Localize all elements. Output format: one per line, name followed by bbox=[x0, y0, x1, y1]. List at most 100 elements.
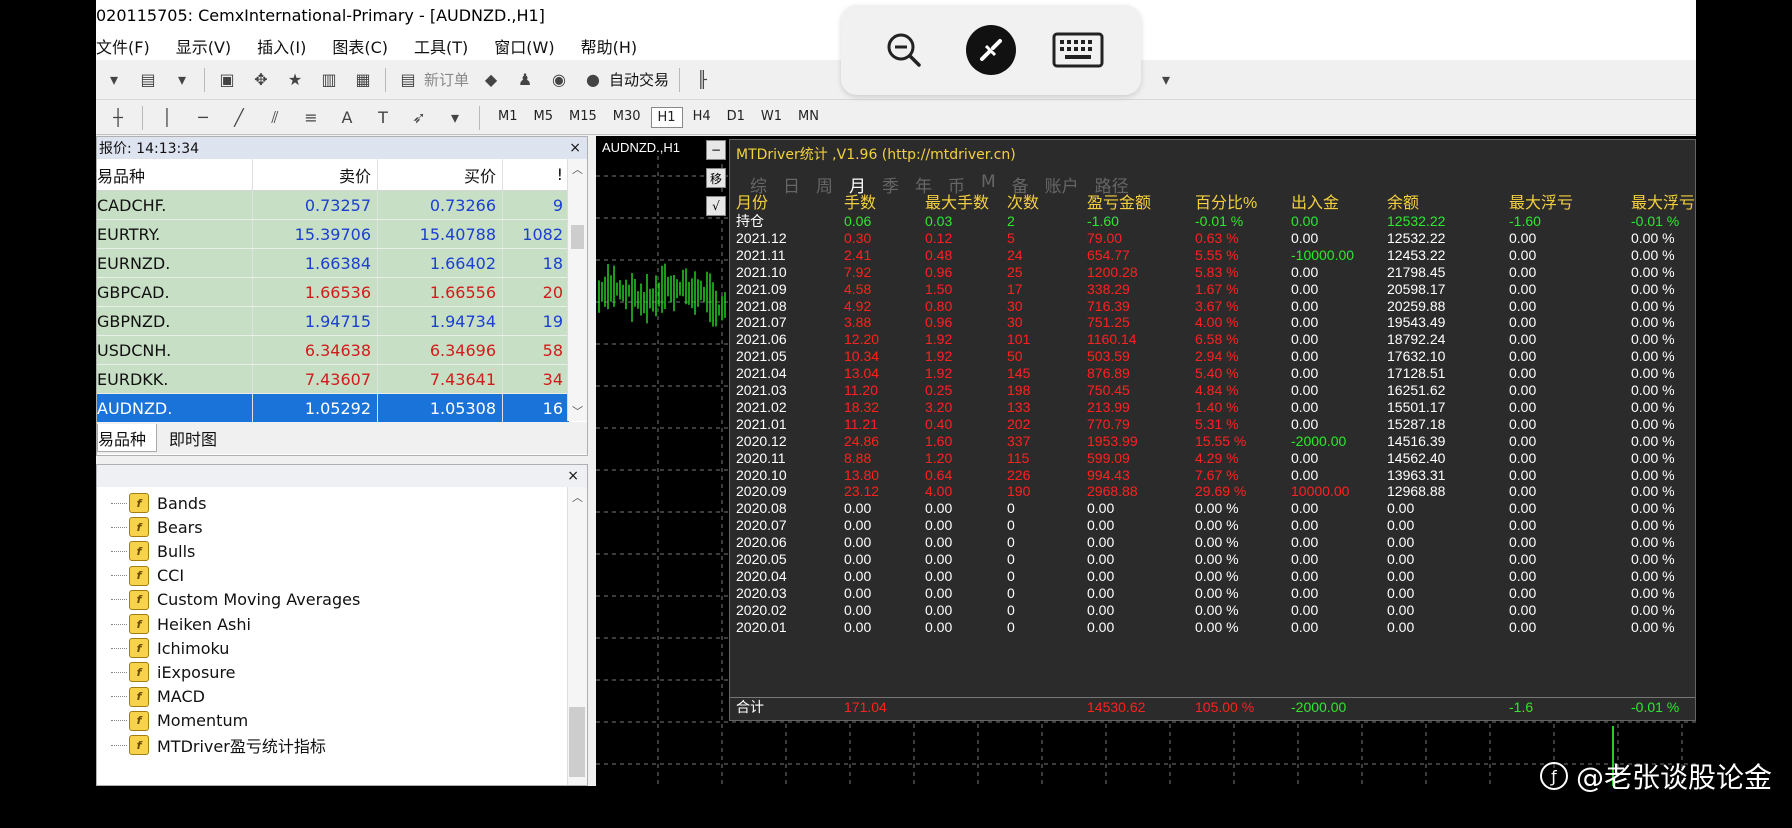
table-row[interactable]: EURNZD. 1.66384 1.66402 18 bbox=[97, 249, 569, 278]
indicator-icon: f bbox=[129, 710, 149, 731]
scrollbar[interactable]: ︿ ﹀ bbox=[567, 159, 587, 421]
arrows-icon[interactable]: ➶ bbox=[407, 106, 431, 130]
table-row[interactable]: GBPNZD. 1.94715 1.94734 19 bbox=[97, 307, 569, 336]
close-icon[interactable]: × bbox=[569, 140, 581, 156]
indicator-item[interactable]: f Bands bbox=[111, 491, 206, 515]
stats-cell: 最大手数 bbox=[925, 195, 990, 212]
table-row[interactable]: EURTRY. 15.39706 15.40788 1082 bbox=[97, 220, 569, 249]
menu-item[interactable]: 图表(C) bbox=[332, 34, 388, 58]
auto-trading-button[interactable]: ● 自动交易 bbox=[581, 68, 669, 92]
disconnect-button[interactable] bbox=[965, 24, 1017, 76]
stats-total-row: 合计 171.04 14530.62 105.00 % -2000.00 -1.6 -0.0… bbox=[736, 698, 1696, 717]
indicator-icon: f bbox=[129, 735, 149, 755]
profiles-icon[interactable]: ▤ bbox=[136, 68, 160, 92]
menu-item[interactable]: 显示(V) bbox=[176, 34, 231, 58]
crosshair-icon[interactable]: ┼ bbox=[106, 106, 130, 130]
dropdown-arrow-icon[interactable]: ▾ bbox=[1154, 68, 1178, 92]
spread-cell: 34 bbox=[542, 369, 563, 389]
new-order-button[interactable]: ▤ 新订单 bbox=[396, 68, 469, 92]
signals-icon[interactable]: ◉ bbox=[547, 68, 571, 92]
timeframe-m5[interactable]: M5 bbox=[528, 107, 560, 128]
bar-chart-icon[interactable]: ╟ bbox=[690, 68, 714, 92]
text-label-icon[interactable]: T bbox=[371, 106, 395, 130]
horizontal-line-icon[interactable]: ─ bbox=[191, 106, 215, 130]
dropdown-arrow-icon[interactable]: ▾ bbox=[170, 68, 194, 92]
column-ask[interactable]: 买价 bbox=[378, 159, 503, 190]
bid-cell: 7.43607 bbox=[253, 365, 378, 393]
indicator-item[interactable]: f MACD bbox=[111, 685, 205, 709]
stats-cell: 余额 bbox=[1387, 195, 1420, 212]
minimize-button[interactable]: − bbox=[706, 140, 726, 160]
fibonacci-icon[interactable]: ≡ bbox=[299, 106, 323, 130]
indicator-label: iExposure bbox=[157, 662, 236, 682]
menu-item[interactable]: 文件(F) bbox=[96, 34, 150, 58]
close-icon[interactable]: × bbox=[567, 468, 579, 484]
timeframe-d1[interactable]: D1 bbox=[721, 107, 751, 128]
ask-cell: 1.94734 bbox=[378, 307, 503, 335]
column-symbol[interactable]: 易品种 bbox=[97, 159, 253, 190]
scrollbar[interactable]: ︿ bbox=[567, 487, 587, 785]
strategy-tester-icon[interactable]: ▦ bbox=[351, 68, 375, 92]
table-row[interactable]: GBPCAD. 1.66536 1.66556 20 bbox=[97, 278, 569, 307]
dropdown-arrow-icon[interactable]: ▾ bbox=[443, 106, 467, 130]
dropdown-arrow-icon[interactable]: ▾ bbox=[102, 68, 126, 92]
timeframe-mn[interactable]: MN bbox=[792, 107, 825, 128]
zoom-out-button[interactable] bbox=[878, 24, 930, 76]
table-row[interactable]: AUDNZD. 1.05292 1.05308 16 bbox=[97, 394, 569, 423]
column-spread[interactable]: ! bbox=[503, 159, 569, 190]
symbol-cell: CADCHF. bbox=[97, 191, 253, 219]
scroll-up-icon[interactable]: ︿ bbox=[572, 489, 583, 505]
trendline-icon[interactable]: ╱ bbox=[227, 106, 251, 130]
timeframe-h1[interactable]: H1 bbox=[650, 107, 683, 128]
table-row[interactable]: USDCNH. 6.34638 6.34696 58 bbox=[97, 336, 569, 365]
move-button[interactable]: 移 bbox=[706, 168, 726, 188]
timeframe-w1[interactable]: W1 bbox=[755, 107, 788, 128]
keyboard-button[interactable] bbox=[1052, 24, 1104, 76]
timeframe-m1[interactable]: M1 bbox=[492, 107, 524, 128]
equidistant-channel-icon[interactable]: ⫽ bbox=[263, 106, 287, 130]
vertical-line-icon[interactable]: │ bbox=[155, 106, 179, 130]
chart-window[interactable]: AUDNZD.,H1 − 移 √ MTDriver统计 ,V1.96 (http:/… bbox=[596, 136, 1696, 786]
indicator-item[interactable]: f Ichimoku bbox=[111, 636, 229, 660]
symbol-cell: EURNZD. bbox=[97, 249, 253, 277]
indicator-item[interactable]: f Bears bbox=[111, 515, 203, 539]
terminal-icon[interactable]: ▥ bbox=[317, 68, 341, 92]
timeframe-m15[interactable]: M15 bbox=[563, 107, 603, 128]
navigator-icon[interactable]: ★ bbox=[283, 68, 307, 92]
scroll-down-icon[interactable]: ﹀ bbox=[572, 403, 583, 419]
stats-cell: -1.6 bbox=[1509, 699, 1534, 715]
indicator-item[interactable]: f Bulls bbox=[111, 539, 195, 563]
user-icon[interactable]: ♟ bbox=[513, 68, 537, 92]
scrollbar-thumb[interactable] bbox=[571, 225, 584, 249]
indicator-item[interactable]: f Momentum bbox=[111, 709, 248, 733]
tab-symbols[interactable]: 易品种 bbox=[97, 424, 158, 452]
indicator-item[interactable]: f iExposure bbox=[111, 660, 236, 684]
market-watch-rows: CADCHF. 0.73257 0.73266 9 EURTRY. 15.39706 15.… bbox=[97, 191, 569, 423]
timeframe-h4[interactable]: H4 bbox=[687, 107, 717, 128]
bid-cell: 1.05292 bbox=[253, 394, 378, 422]
timeframe-m30[interactable]: M30 bbox=[607, 107, 647, 128]
menu-item[interactable]: 帮助(H) bbox=[581, 34, 638, 58]
crosshair-move-icon[interactable]: ✥ bbox=[249, 68, 273, 92]
indicator-item[interactable]: f CCI bbox=[111, 564, 184, 588]
indicator-item[interactable]: f MTDriver盈亏统计指标 bbox=[111, 733, 326, 757]
indicator-item[interactable]: f Heiken Ashi bbox=[111, 612, 251, 636]
menu-item[interactable]: 窗口(W) bbox=[494, 34, 554, 58]
table-row[interactable]: EURDKK. 7.43607 7.43641 34 bbox=[97, 365, 569, 394]
tab-tick-chart[interactable]: 即时图 bbox=[157, 424, 229, 452]
text-tool-icon[interactable]: A bbox=[335, 106, 359, 130]
confirm-button[interactable]: √ bbox=[706, 196, 726, 216]
menu-item[interactable]: 工具(T) bbox=[414, 34, 468, 58]
scrollbar-thumb[interactable] bbox=[569, 707, 585, 777]
menu-item[interactable]: 插入(I) bbox=[257, 34, 306, 58]
table-row[interactable]: CADCHF. 0.73257 0.73266 9 bbox=[97, 191, 569, 220]
market-watch-icon[interactable]: ▣ bbox=[215, 68, 239, 92]
stats-cell: 0.00 bbox=[925, 618, 953, 635]
column-bid[interactable]: 卖价 bbox=[253, 159, 378, 190]
stats-cell: 次数 bbox=[1007, 195, 1040, 212]
stats-cell: 171.04 bbox=[844, 699, 887, 715]
indicator-label: Bulls bbox=[157, 541, 196, 561]
scroll-up-icon[interactable]: ︿ bbox=[572, 161, 583, 177]
metaeditor-icon[interactable]: ◆ bbox=[479, 68, 503, 92]
indicator-item[interactable]: f Custom Moving Averages bbox=[111, 588, 360, 612]
